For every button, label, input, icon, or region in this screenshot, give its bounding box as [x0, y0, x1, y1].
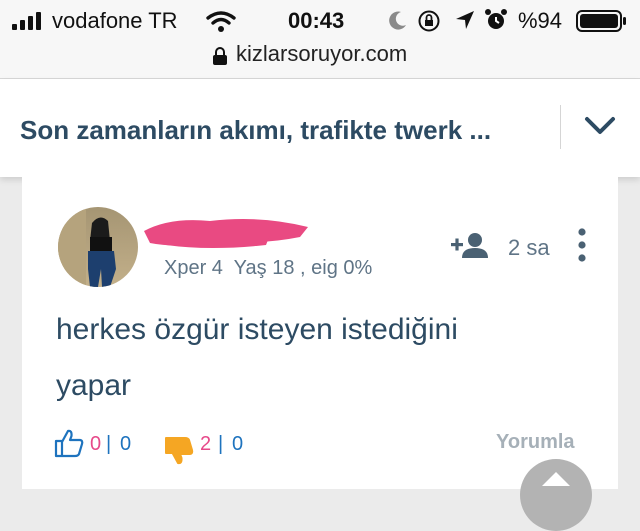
like-icon[interactable]: [54, 428, 84, 458]
add-friend-icon[interactable]: [451, 232, 489, 260]
signal-icon: [12, 12, 41, 30]
scroll-up-icon: [542, 472, 570, 486]
answer-text-line2: yapar: [56, 369, 132, 402]
moon-icon: [389, 11, 406, 30]
battery-percent: %94: [518, 8, 563, 33]
like-count-secondary: 0: [120, 433, 132, 455]
chevron-down-icon[interactable]: [584, 115, 616, 137]
wifi-icon: [206, 11, 236, 32]
answer-card: Xper 4 Yaş 18 , eig 0% 2 sa herkes özgür…: [22, 177, 618, 531]
location-icon: [456, 11, 474, 29]
rotation-lock-icon: [418, 10, 440, 32]
dislike-separator: |: [218, 433, 224, 455]
like-separator: |: [106, 433, 112, 455]
dislike-count: 2: [200, 433, 212, 455]
battery-icon: [576, 10, 626, 32]
alarm-icon: [485, 9, 507, 29]
like-count: 0: [90, 433, 102, 455]
answer-time: 2 sa: [508, 235, 550, 260]
question-header: Son zamanların akımı, trafikte twerk ...: [0, 79, 640, 177]
redacted-username: [144, 219, 308, 248]
dislike-count-secondary: 0: [232, 433, 244, 455]
lock-icon: [213, 47, 227, 65]
url-domain: kizlarsoruyor.com: [236, 41, 408, 66]
answer-text-line1: herkes özgür isteyen istediğini: [56, 313, 458, 346]
url-bar[interactable]: kizlarsoruyor.com: [0, 40, 640, 79]
more-options-icon[interactable]: [576, 227, 588, 263]
scroll-up-button[interactable]: [520, 459, 592, 531]
question-title[interactable]: Son zamanların akımı, trafikte twerk ...: [20, 115, 491, 146]
carrier-name: vodafone TR: [52, 8, 178, 33]
author-meta: Xper 4 Yaş 18 , eig 0%: [164, 257, 373, 279]
header-divider: [560, 105, 561, 149]
avatar[interactable]: [58, 207, 138, 287]
comment-button[interactable]: Yorumla: [496, 431, 575, 454]
dislike-icon[interactable]: [164, 432, 196, 466]
clock-time: 00:43: [288, 8, 345, 33]
status-bar: vodafone TR 00:43 %94: [0, 0, 640, 40]
